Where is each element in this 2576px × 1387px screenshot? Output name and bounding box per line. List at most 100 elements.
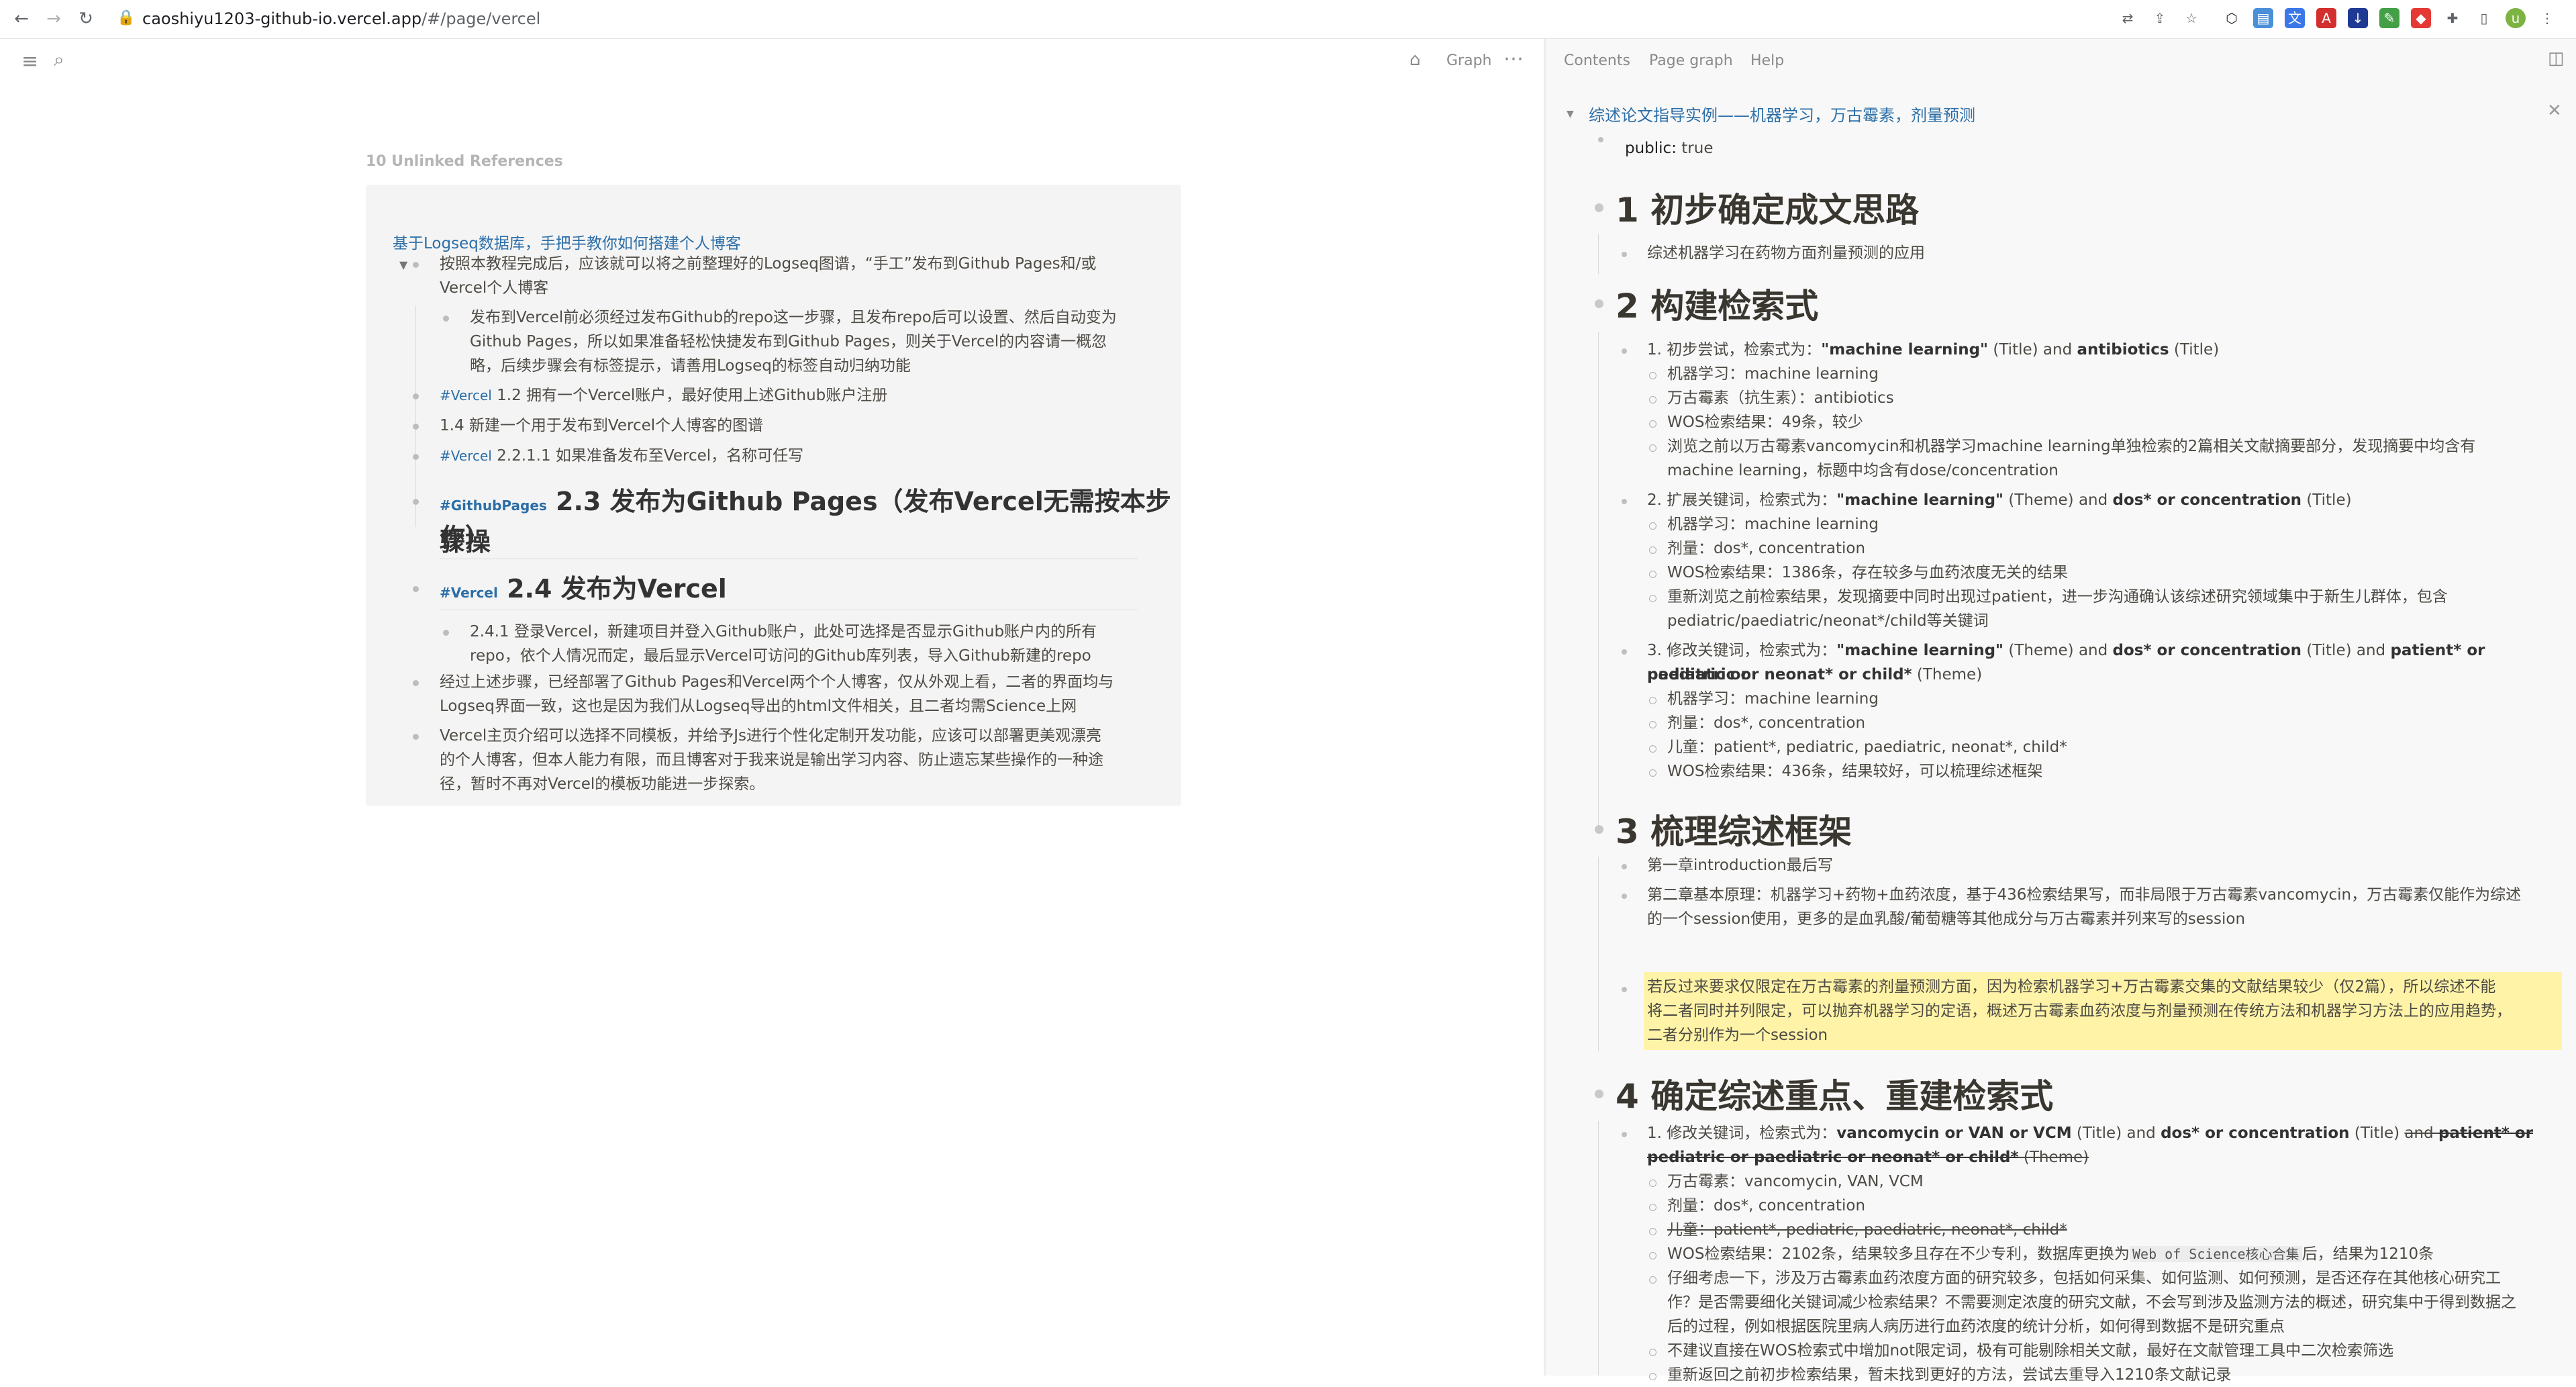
block-text[interactable]: #Vercel 1.2 拥有一个Vercel账户，最好使用上述Github账户注… bbox=[440, 383, 887, 408]
extension-translate-icon[interactable]: 文 bbox=[2285, 8, 2305, 28]
block-text[interactable]: 略，后续步骤会有标签提示，请善用Logseq的标签自动归纳功能 bbox=[470, 354, 911, 378]
sub-bullet[interactable] bbox=[1649, 745, 1656, 753]
block-bullet[interactable] bbox=[1622, 252, 1627, 257]
extension-doc-icon[interactable]: ▤ bbox=[2253, 8, 2273, 28]
block-bullet[interactable] bbox=[1595, 299, 1603, 308]
block-bullet[interactable] bbox=[1622, 894, 1627, 899]
heading-block[interactable]: #GithubPages 2.3 发布为Github Pages（发布Verce… bbox=[440, 483, 1181, 560]
heading-1[interactable]: 1 初步确定成文思路 bbox=[1616, 190, 1919, 230]
block-text[interactable]: 发布到Vercel前必须经过发布Github的repo这一步骤，且发布repo后… bbox=[470, 305, 1117, 330]
reference-page-link[interactable]: 基于Logseq数据库，手把手教你如何搭建个人博客 bbox=[393, 230, 741, 253]
githubpages-tag[interactable]: #GithubPages bbox=[440, 497, 547, 514]
unlinked-references-title[interactable]: 10 Unlinked References bbox=[366, 153, 563, 170]
block-text[interactable]: 重新浏览之前检索结果，发现摘要中同时出现过patient，进一步沟通确认该综述研… bbox=[1667, 585, 2448, 609]
sub-bullet[interactable] bbox=[1649, 1204, 1656, 1211]
block-text[interactable]: 仔细考虑一下，涉及万古霉素血药浓度方面的研究较多，包括如何采集、如何监测、如何预… bbox=[1667, 1266, 2501, 1290]
sub-bullet[interactable] bbox=[1649, 420, 1656, 428]
block-text[interactable]: 经过上述步骤，已经部署了Github Pages和Vercel两个个人博客，仅从… bbox=[440, 670, 1113, 694]
reload-icon[interactable]: ↻ bbox=[75, 8, 97, 30]
sub-bullet[interactable] bbox=[1649, 396, 1656, 403]
block-bullet[interactable] bbox=[1622, 864, 1627, 869]
block-text[interactable]: 径，暂时不再对Vercel的模板功能进一步探索。 bbox=[440, 772, 764, 796]
block-text[interactable]: #Vercel 2.2.1.1 如果准备发布至Vercel，名称可任写 bbox=[440, 444, 803, 468]
block-text[interactable]: WOS检索结果：436条，结果较好，可以梳理综述框架 bbox=[1667, 759, 2042, 783]
block-text[interactable]: 按照本教程完成后，应该就可以将之前整理好的Logseq图谱，“手工”发布到Git… bbox=[440, 252, 1096, 276]
block-bullet[interactable] bbox=[413, 454, 419, 460]
block-text[interactable]: 儿童：patient*, pediatric, paediatric, neon… bbox=[1667, 735, 2067, 759]
sub-bullet[interactable] bbox=[1649, 546, 1656, 554]
highlighted-text[interactable]: 二者分别作为一个session bbox=[1647, 1023, 1828, 1047]
block-bullet[interactable] bbox=[1622, 348, 1627, 354]
extension-pdf-icon[interactable]: A bbox=[2316, 8, 2336, 28]
block-bullet[interactable] bbox=[443, 630, 449, 636]
vercel-tag[interactable]: #Vercel bbox=[440, 448, 492, 464]
query-block[interactable]: 2. 扩展关键词，检索式为："machine learning" (Theme)… bbox=[1647, 488, 2352, 512]
block-text[interactable]: 重新返回之前初步检索结果，暂未找到更好的方法，尝试去重导入1210条文献记录 bbox=[1667, 1363, 2232, 1387]
block-text[interactable]: WOS检索结果：1386条，存在较多与血药浓度无关的结果 bbox=[1667, 561, 2068, 585]
block-text[interactable]: WOS检索结果：2102条，结果较多且存在不少专利，数据库更换为 Web of S… bbox=[1667, 1242, 2434, 1266]
block-text[interactable]: machine learning，标题中均含有dose/concentratio… bbox=[1667, 459, 2059, 483]
share-icon[interactable]: ⇪ bbox=[2150, 8, 2170, 28]
block-bullet[interactable] bbox=[1622, 499, 1627, 504]
graph-button[interactable]: Graph bbox=[1446, 52, 1491, 69]
extensions-puzzle-icon[interactable]: ✚ bbox=[2442, 8, 2463, 28]
block-bullet[interactable] bbox=[413, 262, 419, 268]
address-bar[interactable]: caoshiyu1203-github-io.vercel.app/#/page… bbox=[142, 8, 540, 30]
sub-bullet[interactable] bbox=[1649, 721, 1656, 728]
block-text[interactable]: 剂量：dos*, concentration bbox=[1667, 536, 1865, 561]
block-text[interactable]: 剂量：dos*, concentration bbox=[1667, 1194, 1865, 1218]
translate-icon[interactable]: ⇄ bbox=[2118, 8, 2138, 28]
block-text[interactable]: 不建议直接在WOS检索式中增加not限定词，极有可能剔除相关文献，最好在文献管理… bbox=[1667, 1339, 2393, 1363]
heading-2[interactable]: 2 构建检索式 bbox=[1616, 286, 1818, 326]
block-text[interactable]: 作？是否需要细化关键词减少检索结果？不需要测定浓度的研究文献，不会写到涉及监测方… bbox=[1667, 1290, 2516, 1314]
query-block[interactable]: 1. 修改关键词，检索式为：vancomycin or VAN or VCM (… bbox=[1647, 1121, 2567, 1145]
heading-block[interactable]: #Vercel 2.4 发布为Vercel bbox=[440, 571, 727, 611]
block-text[interactable]: 万古霉素：vancomycin, VAN, VCM bbox=[1667, 1169, 1924, 1194]
block-bullet[interactable] bbox=[1598, 137, 1603, 142]
sidebar-page-title[interactable]: 综述论文指导实例——机器学习，万古霉素，剂量预测 bbox=[1589, 102, 1975, 126]
search-icon[interactable]: ⌕ bbox=[54, 48, 64, 71]
block-text[interactable]: 的个人博客，但本人能力有限，而且博客对于我来说是输出学习内容、防止遗忘某些操作的… bbox=[440, 748, 1103, 772]
block-text[interactable]: 后的过程，例如根据医院里病人病历进行血药浓度的统计分析，如何得到数据不是研究重点 bbox=[1667, 1314, 2285, 1339]
heading-3[interactable]: 3 梳理综述框架 bbox=[1616, 812, 1852, 852]
block-bullet[interactable] bbox=[1595, 203, 1603, 212]
bookmark-star-icon[interactable]: ☆ bbox=[2181, 8, 2201, 28]
block-bullet[interactable] bbox=[413, 734, 419, 740]
collapse-arrow-icon[interactable]: ▼ bbox=[1567, 109, 1574, 119]
sub-bullet[interactable] bbox=[1649, 444, 1656, 452]
query-block[interactable]: 1. 初步尝试，检索式为："machine learning" (Title) … bbox=[1647, 338, 2219, 362]
extension-note-icon[interactable]: ✎ bbox=[2379, 8, 2399, 28]
block-bullet[interactable] bbox=[413, 424, 419, 430]
sub-bullet[interactable] bbox=[1649, 372, 1656, 379]
block-bullet[interactable] bbox=[413, 499, 419, 505]
sub-bullet[interactable] bbox=[1649, 1228, 1656, 1235]
block-bullet[interactable] bbox=[1622, 987, 1627, 992]
tab-help[interactable]: Help bbox=[1750, 52, 1784, 69]
home-icon[interactable]: ⌂ bbox=[1409, 50, 1421, 70]
browser-menu-icon[interactable]: ⋮ bbox=[2537, 8, 2557, 28]
profile-avatar-icon[interactable]: u bbox=[2506, 8, 2526, 28]
heading-4[interactable]: 4 确定综述重点、重建检索式 bbox=[1616, 1076, 2053, 1116]
sub-bullet[interactable] bbox=[1649, 1252, 1656, 1259]
block-text[interactable]: 第二章基本原理：机器学习+药物+血药浓度，基于436检索结果写，而非局限于万古霉… bbox=[1647, 883, 2521, 907]
sub-bullet[interactable] bbox=[1649, 595, 1656, 602]
block-bullet[interactable] bbox=[1622, 1132, 1627, 1137]
block-text[interactable]: 机器学习：machine learning bbox=[1667, 512, 1879, 536]
block-bullet[interactable] bbox=[413, 586, 419, 592]
block-text[interactable]: Github Pages，所以如果准备轻松快捷发布到Github Pages，则… bbox=[470, 330, 1107, 354]
sub-bullet[interactable] bbox=[1649, 1276, 1656, 1284]
highlighted-text[interactable]: 将二者同时并列限定，可以抛弃机器学习的定语，概述万古霉素血药浓度与剂量预测在传统… bbox=[1647, 999, 2512, 1023]
more-icon[interactable]: ⋯ bbox=[1503, 47, 1524, 70]
extension-tool-icon[interactable]: ◆ bbox=[2411, 8, 2431, 28]
block-text[interactable]: 儿童：patient*, pediatric, paediatric, neon… bbox=[1667, 1218, 2067, 1242]
block-bullet[interactable] bbox=[1595, 1090, 1603, 1098]
block-text[interactable]: 机器学习：machine learning bbox=[1667, 362, 1879, 386]
back-arrow-icon[interactable]: ← bbox=[11, 8, 32, 30]
block-text[interactable]: 2.4.1 登录Vercel，新建项目并登入Github账户，此处可选择是否显示… bbox=[470, 620, 1097, 644]
tab-contents[interactable]: Contents bbox=[1564, 52, 1630, 69]
heading-block-cont[interactable]: 作） bbox=[440, 520, 491, 556]
block-bullet[interactable] bbox=[1622, 649, 1627, 655]
sub-bullet[interactable] bbox=[1649, 1180, 1656, 1187]
block-text[interactable]: WOS检索结果：49条，较少 bbox=[1667, 410, 1863, 434]
block-bullet[interactable] bbox=[1595, 825, 1603, 834]
